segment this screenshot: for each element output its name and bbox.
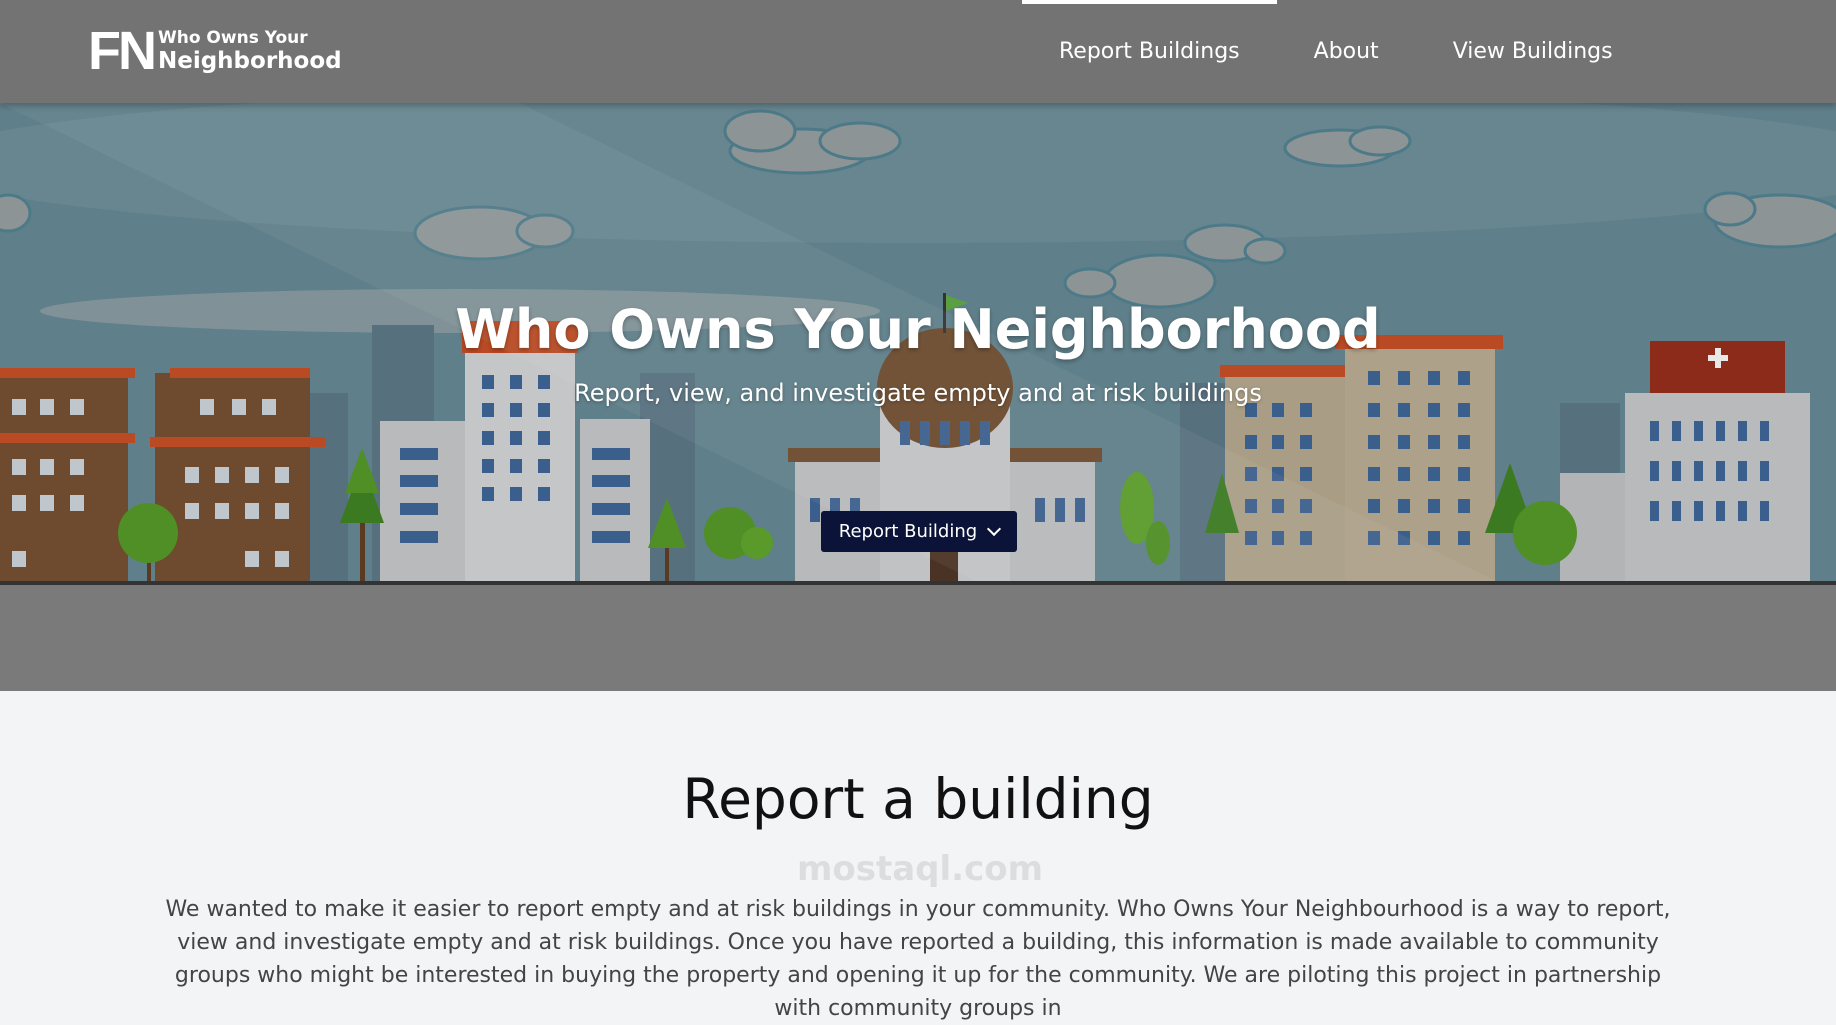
brand-mark: FN: [88, 21, 157, 81]
brand-text: Who Owns Your Neighborhood: [157, 27, 342, 74]
report-building-dropdown-button[interactable]: Report Building: [821, 511, 1017, 552]
report-building-button-label: Report Building: [838, 521, 978, 542]
report-section: Report a building mostaql.com We wanted …: [0, 691, 1836, 1021]
nav-view-buildings[interactable]: View Buildings: [1416, 0, 1650, 103]
nav-links: Report Buildings About View Buildings: [1022, 0, 1650, 103]
brand-line2: Neighborhood: [157, 47, 342, 74]
hero-subtitle: Report, view, and investigate empty and …: [574, 379, 1262, 407]
navbar: FN Who Owns Your Neighborhood Report Bui…: [0, 0, 1836, 103]
brand-logo[interactable]: FN Who Owns Your Neighborhood: [88, 24, 342, 78]
chevron-down-icon: [987, 521, 1002, 537]
section-title: Report a building: [682, 767, 1154, 831]
watermark: mostaql.com: [796, 849, 1044, 889]
hero-title: Who Owns Your Neighborhood: [455, 298, 1381, 361]
nav-about[interactable]: About: [1277, 0, 1416, 103]
hero-banner: Who Owns Your Neighborhood Report, view,…: [0, 103, 1836, 691]
nav-report-buildings[interactable]: Report Buildings: [1022, 0, 1277, 103]
section-body: We wanted to make it easier to report em…: [165, 897, 1671, 1021]
brand-line1: Who Owns Your: [157, 27, 308, 48]
